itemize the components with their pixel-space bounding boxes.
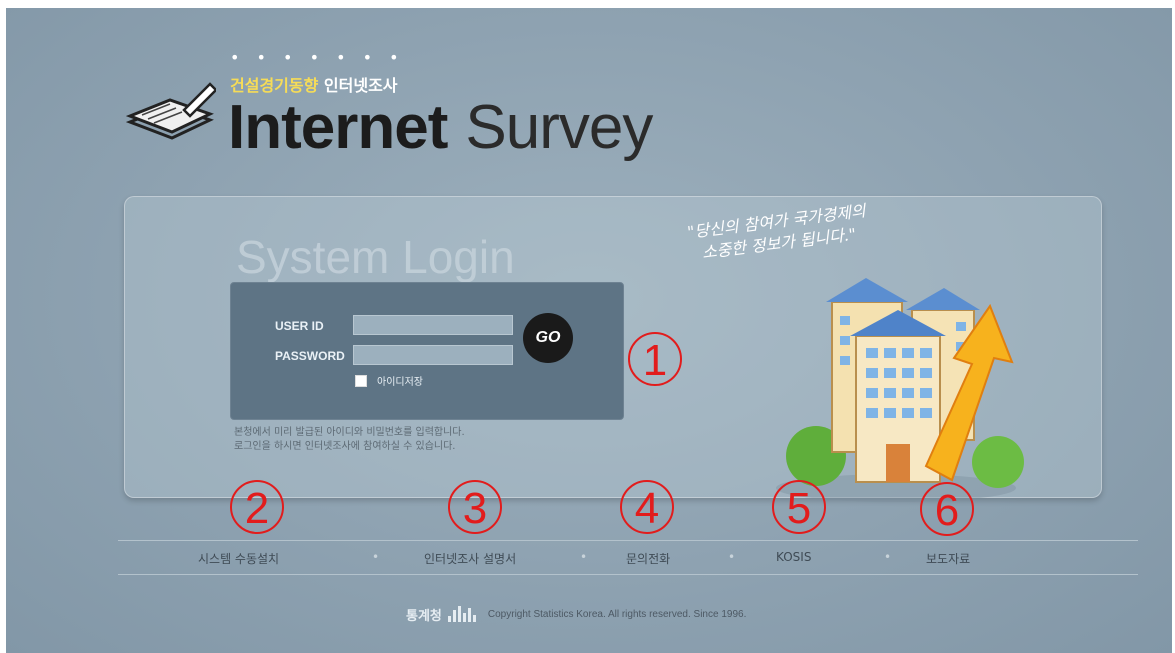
nav-contact-phone[interactable]: 문의전화 [626, 550, 670, 567]
save-id-label[interactable]: 아이디저장 [377, 373, 423, 388]
footer: 통계청 Copyright Statistics Korea. All righ… [406, 602, 746, 626]
nav-press-release[interactable]: 보도자료 [926, 550, 970, 567]
user-id-input[interactable] [353, 315, 513, 335]
annotation-2: 2 [230, 480, 284, 534]
logo-dots: • • • • • • • [230, 48, 405, 67]
footer-nav: 시스템 수동설치 • 인터넷조사 설명서 • 문의전화 • KOSIS • 보도… [118, 542, 1138, 574]
password-label: PASSWORD [275, 349, 345, 363]
nav-separator: • [728, 550, 736, 564]
nav-bottom-divider [118, 574, 1138, 575]
footer-org-name: 통계청 [406, 608, 442, 624]
login-heading: System Login [236, 231, 515, 283]
password-input[interactable] [353, 345, 513, 365]
nav-separator: • [580, 550, 588, 564]
help-line-1: 본청에서 미리 발급된 아이디와 비밀번호를 입력합니다. [234, 427, 465, 438]
brand-bold: Internet [228, 93, 448, 162]
nav-survey-guide[interactable]: 인터넷조사 설명서 [424, 550, 516, 567]
nav-separator: • [884, 550, 892, 564]
save-id-checkbox[interactable] [355, 375, 367, 387]
nav-kosis[interactable]: KOSIS [776, 550, 811, 564]
annotation-6: 6 [920, 482, 974, 536]
help-line-2: 로그인을 하시면 인터넷조사에 참여하실 수 있습니다. [234, 441, 456, 452]
annotation-5: 5 [772, 480, 826, 534]
copyright-text: Copyright Statistics Korea. All rights r… [487, 608, 747, 620]
login-form: USER ID PASSWORD GO 아이디저장 [230, 282, 624, 420]
survey-login-page: • • • • • • • 건설경기동향 인터넷조사 Internet Surve… [6, 8, 1172, 653]
go-button[interactable]: GO [523, 313, 573, 363]
notebook-pen-icon [126, 82, 216, 140]
brand-light: Survey [465, 93, 653, 162]
nav-manual-install[interactable]: 시스템 수동설치 [198, 550, 279, 567]
brand-title: Internet Survey [228, 92, 653, 163]
login-help-text: 본청에서 미리 발급된 아이디와 비밀번호를 입력합니다. 로그인을 하시면 인… [234, 426, 465, 454]
statistics-korea-logo-icon [447, 606, 476, 622]
site-logo[interactable]: • • • • • • • 건설경기동향 인터넷조사 Internet Surve… [120, 48, 820, 182]
annotation-4: 4 [620, 480, 674, 534]
annotation-1: 1 [628, 332, 682, 386]
nav-top-divider [118, 540, 1138, 541]
annotation-3: 3 [448, 480, 502, 534]
building-growth-illustration [776, 278, 1024, 502]
nav-separator: • [372, 550, 380, 564]
user-id-label: USER ID [275, 319, 324, 333]
